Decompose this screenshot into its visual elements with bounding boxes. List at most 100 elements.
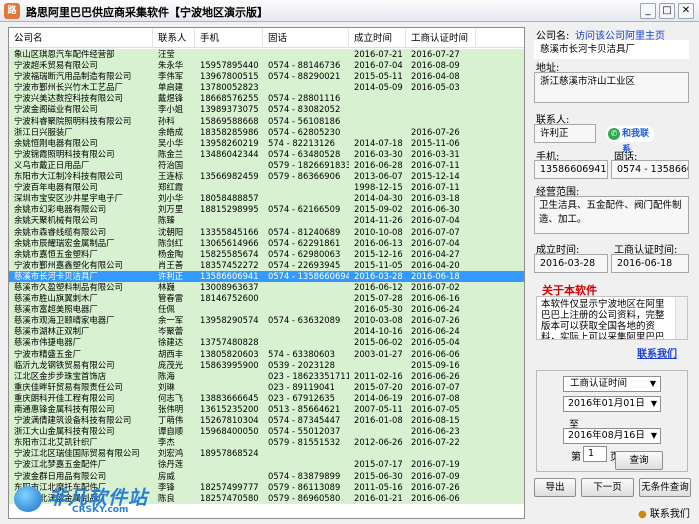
table-row[interactable]: 慈溪市观海卫颐晴家电器厂 余一军 13958290574 0574 - 6363208… (9, 315, 524, 327)
table-row[interactable]: 慈溪市湖林正双制厂 岑聚蕾 2014-10-16 2016-06-24 (9, 326, 524, 338)
column-header-phone[interactable]: 固话 (263, 28, 349, 48)
table-row[interactable]: 宁波满倩建筑设备科技有限公司 丁萌伟 15267810304 0574 - 87345… (9, 415, 524, 427)
table-row[interactable]: 宁波市鄞州嘉鑫塑化有限公司 肖王善 18357452272 0574 - 226939… (9, 259, 524, 271)
table-row[interactable]: 宁波金阁磁业有限公司 李小姐 13989373075 0574 - 83082052 (9, 104, 524, 116)
table-row[interactable]: 重庆佳畔轩贸易有限责任公司 刘琳 023 - 89119041 2015-07-20 2… (9, 381, 524, 393)
table-row[interactable]: 临沂九龙钢铁贸易有限公司 庞茂光 15863995900 0539 - 2023128… (9, 359, 524, 371)
maximize-button[interactable]: □ (659, 3, 675, 19)
table-row[interactable]: 象山区琪恩汽车配件经营部 汪莹 2016-07-21 2016-07-27 (9, 49, 524, 61)
table-row[interactable]: 慈溪市富超美照电器厂 任佩 2016-05-30 2016-06-24 (9, 304, 524, 316)
table-row[interactable]: 东阳市江北艾凯针织厂 李杰 0579 - 81551532 2012-06-26 201… (9, 437, 524, 449)
supplier-table[interactable]: 公司名 联系人 手机 固话 成立时间 工商认证时间 象山区琪恩汽车配件经营部 汪莹… (8, 27, 525, 519)
cell-phone: 0579 - 81551532 (268, 437, 341, 448)
cell-contact: 徐建达 (158, 337, 184, 348)
cell-company: 东阳市大江制冷科技有限公司 (14, 171, 123, 182)
no-condition-query-button[interactable]: 无条件查询 (639, 478, 691, 497)
table-row[interactable]: 浙江大山金属科技有限公司 谭自顺 15968400050 0574 - 5501203… (9, 426, 524, 438)
table-row[interactable]: 慈溪市伟捷电器厂 徐建达 13757480828 2015-06-02 2016-05-… (9, 337, 524, 349)
query-field-select[interactable]: 工商认证时间 ▼ (563, 376, 661, 392)
cell-mobile (195, 304, 263, 315)
cell-founded: 2014-10-16 (354, 326, 403, 337)
watermark-subtitle: CRSKY.com (72, 505, 129, 515)
cell-cert-date: 2016-07-07 (411, 381, 460, 392)
next-page-button[interactable]: 下一页 (581, 478, 634, 497)
table-row[interactable]: 南通惠锋金属科技有限公司 张伟明 13615235200 0513 - 8566462… (9, 404, 524, 416)
cell-cert-date: 2016-06-06 (411, 348, 460, 359)
cell-phone: 0579 - 86960580 (268, 492, 341, 503)
table-row[interactable]: 慈溪市胜山旗翼刺木厂 管春雷 18146752600 2015-07-28 2016-0… (9, 293, 524, 305)
table-row[interactable]: 宁波超禾贸易有限公司 朱永华 15957895440 0574 - 88146736 2… (9, 60, 524, 72)
cell-cert-date: 2016-07-07 (411, 226, 460, 237)
cell-mobile: 18257499777 (200, 481, 259, 492)
about-text: 本软件仅显示宁波地区在阿里巴巴上注册的公司资料，完整版本可以获取全国各地的资料，… (536, 296, 688, 340)
cell-cert-date: 2016-06-24 (411, 326, 460, 337)
table-row[interactable]: 重庆朗科开佳工程有限公司 何志飞 13883666645 023 - 67912635… (9, 392, 524, 404)
export-button[interactable]: 导出 (534, 478, 576, 497)
cell-contact: 余一军 (158, 315, 184, 326)
table-row[interactable]: 宁波金群日用品有限公司 房威 0574 - 83879899 2015-06-30 20… (9, 470, 524, 482)
minimize-button[interactable]: _ (640, 3, 656, 19)
status-contact[interactable]: ● 联系我们 (638, 505, 690, 520)
table-row[interactable]: 慈溪市长河卡贝洁具厂 许利正 13586606941 0574 - 135866069… (9, 270, 524, 282)
table-row[interactable]: 宁波百年电器有限公司 郑红霞 1998-12-15 2016-07-11 (9, 182, 524, 194)
table-row[interactable]: 江北区金步步珠宝首饰店 陈海 023 - 18623351711 2011-02-16… (9, 370, 524, 382)
cell-cert-date: 2016-05-04 (411, 337, 460, 348)
cell-founded (349, 104, 406, 115)
table-row[interactable]: 宁波锦霞照明科技有限公司 陈金兰 13486042344 0574 - 6348052… (9, 148, 524, 160)
table-row[interactable]: 义乌市戴正日用品厂 符治国 0579 - 18266918330 2016-06-28… (9, 159, 524, 172)
table-row[interactable]: 余姚恒刚电器有限公司 吴小华 13958260219 574 - 82213126 20… (9, 137, 524, 149)
table-row[interactable]: 宁波市精盛五金厂 胡西丰 13805820603 574 - 63380603 2003… (9, 348, 524, 360)
table-row[interactable]: 东阳市大江制冷科技有限公司 王连标 13566982459 0579 - 863669… (9, 171, 524, 183)
about-scrollbar[interactable] (675, 297, 687, 339)
date-from-picker[interactable]: 2016年01月01日 ▼ (563, 396, 661, 412)
contact-us-link[interactable]: 联系我们 (637, 345, 677, 360)
table-row[interactable]: 浙江日兴服装厂 余皓成 18358285986 0574 - 62805230 2016… (9, 126, 524, 138)
cell-mobile: 15869588668 (200, 115, 259, 126)
cell-cert-date: 2016-07-08 (411, 392, 460, 403)
watermark-logo: 非凡软件站 CRSKY.com (14, 481, 184, 515)
cell-phone: 0574 - 13586606941 (268, 270, 349, 281)
cell-founded: 2015-06-02 (354, 337, 403, 348)
cell-founded: 2015-06-30 (354, 470, 403, 481)
cell-contact: 汪莹 (158, 49, 175, 59)
table-row[interactable]: 余姚市幻彩电器有限公司 刘万里 18815298995 0574 - 62166509… (9, 204, 524, 216)
column-header-contact[interactable]: 联系人 (153, 28, 195, 48)
page-number-input[interactable]: 1 (583, 446, 607, 462)
cell-founded: 2015-12-16 (354, 248, 403, 259)
cell-phone: 023 - 67912635 (268, 392, 335, 403)
table-row[interactable]: 慈溪市久盈塑料制品有限公司 林巍 13008963637 2016-06-12 2016… (9, 281, 524, 294)
table-row[interactable]: 余姚市嘉恒五金塑料厂 杨金陶 15825585674 0574 - 62980063 2… (9, 248, 524, 260)
table-row[interactable]: 余姚天聚机械有限公司 陈臻 2014-11-26 2016-07-04 (9, 215, 524, 227)
table-row[interactable]: 宁波福瑞断汽用品制造有限公司 李伟军 13967800515 0574 - 88290… (9, 71, 524, 83)
cell-cert-date: 2016-06-16 (411, 293, 460, 304)
about-text-content: 本软件仅显示宁波地区在阿里巴巴上注册的公司资料，完整版本可以获取全国各地的资料，… (541, 299, 665, 340)
column-header-founded[interactable]: 成立时间 (349, 28, 406, 48)
table-row[interactable]: 宁波市鄞州长兴竹木工艺品厂 单启建 13780052823 2014-05-09 201… (9, 82, 524, 94)
table-row[interactable]: 宁波江北梦嘉五金配件厂 徐丹莲 2015-07-17 2016-07-19 (9, 459, 524, 471)
column-header-company[interactable]: 公司名 (9, 28, 153, 48)
table-row[interactable]: 宁波兴美达数控科技有限公司 戴煜锋 18668576255 0574 - 288011… (9, 93, 524, 105)
cell-phone: 0574 - 62291861 (268, 237, 341, 248)
cell-contact: 余皓成 (158, 126, 184, 137)
table-row[interactable]: 深圳市宝安区沙井星宇电子厂 刘小华 18058488857 2014-04-30 201… (9, 193, 524, 205)
table-row[interactable]: 宁波江北区瑞佳国际贸易有限公司 刘宏鸿 18957868524 (9, 448, 524, 460)
contact-me-button[interactable]: ✆ 和我联系 (606, 126, 654, 155)
date-to-value: 2016年08月16日 (568, 430, 645, 441)
cell-founded: 2016-07-04 (354, 60, 403, 71)
cell-company: 余姚天聚机械有限公司 (14, 215, 98, 226)
cell-phone (263, 304, 349, 315)
cell-mobile: 13805820603 (200, 348, 259, 359)
query-button[interactable]: 查询 (615, 451, 663, 470)
cell-phone: 574 - 63380603 (268, 348, 335, 359)
cell-contact: 许利正 (158, 270, 184, 281)
cell-founded (349, 93, 406, 104)
date-to-picker[interactable]: 2016年08月16日 ▼ (563, 428, 661, 444)
contact-field: 许利正 (534, 124, 596, 143)
table-row[interactable]: 宁波科睿聚院照明科技有限公司 孙科 15869588668 0574 - 561081… (9, 115, 524, 127)
cell-cert-date: 2016-07-26 (411, 315, 460, 326)
table-row[interactable]: 余姚市辰耀瑞宏金属制品厂 陈剑红 13065614966 0574 - 6229186… (9, 237, 524, 249)
close-button[interactable]: ✕ (678, 3, 694, 19)
column-header-cert-date[interactable]: 工商认证时间 (406, 28, 476, 48)
column-header-mobile[interactable]: 手机 (195, 28, 263, 48)
table-row[interactable]: 余姚市森睿线缆有限公司 沈朝阳 13355845166 0574 - 81240689… (9, 226, 524, 238)
